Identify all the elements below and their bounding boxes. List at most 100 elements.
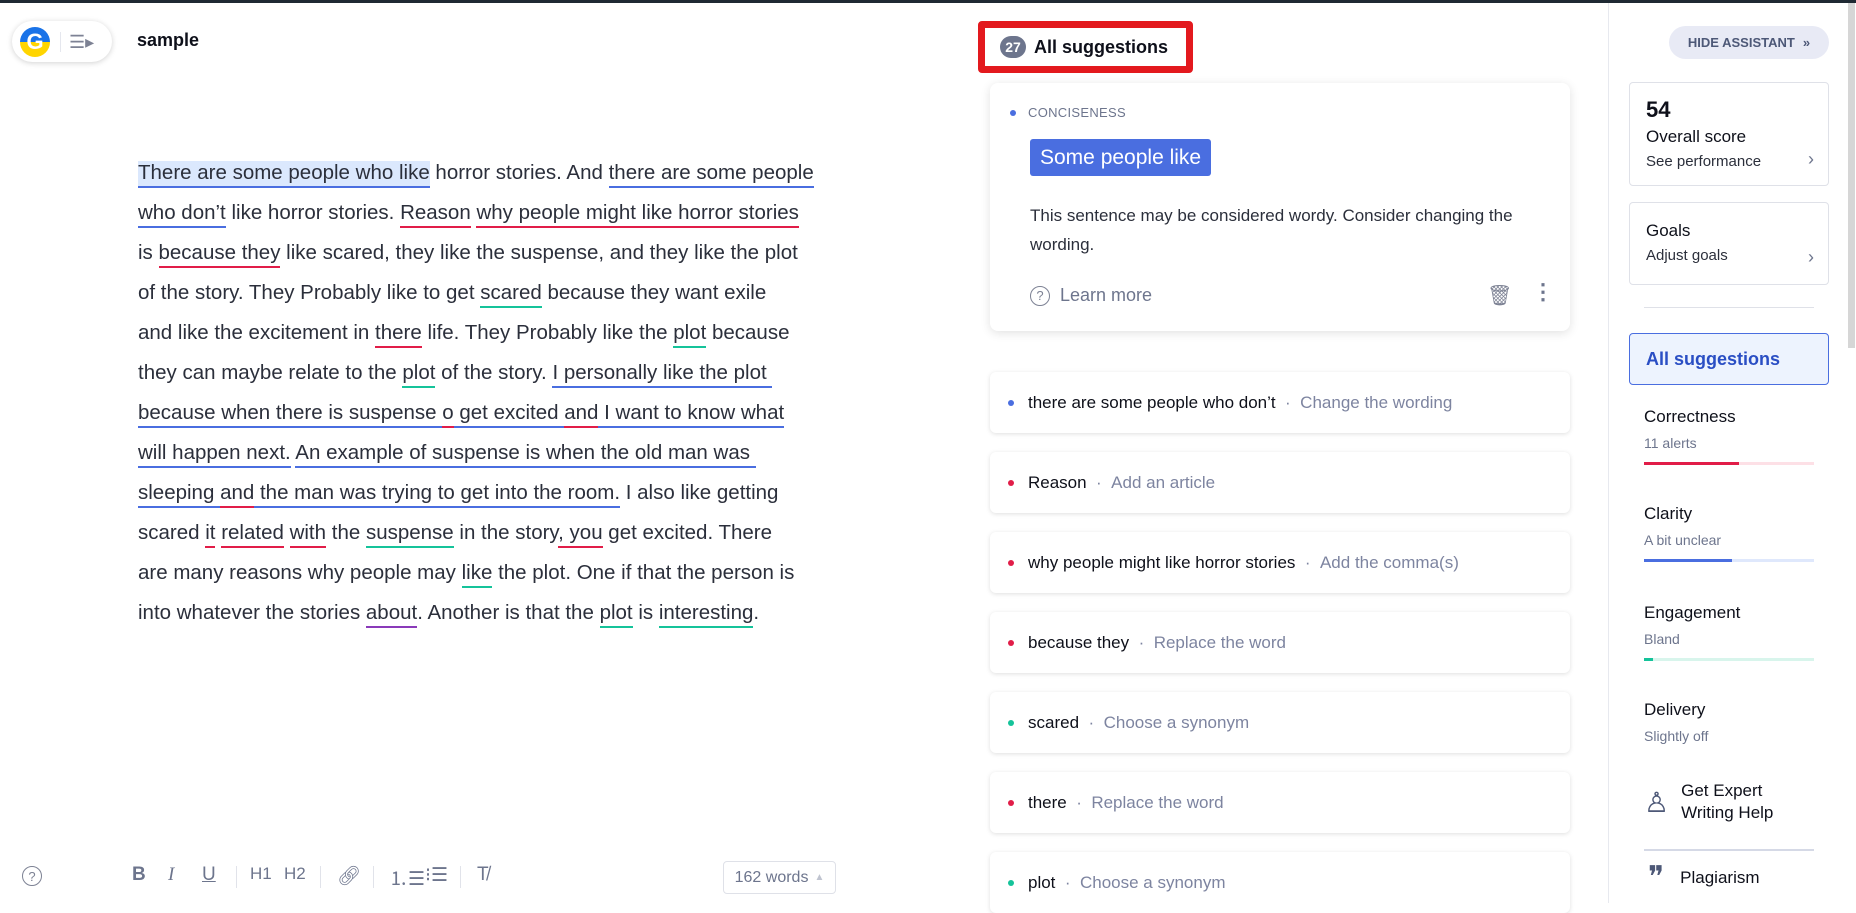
heading2-button[interactable]: H2 xyxy=(284,864,306,884)
learn-more-label: Learn more xyxy=(1060,285,1153,305)
menu-icon[interactable]: ☰▸ xyxy=(60,31,94,52)
flagged-text-red[interactable]: because they xyxy=(158,241,281,268)
category-name: Clarity xyxy=(1644,504,1693,523)
category-progress-bar xyxy=(1644,658,1814,661)
goals-card[interactable]: Goals Adjust goals › xyxy=(1629,202,1829,285)
category-delivery[interactable]: Delivery Slightly off xyxy=(1644,700,1814,744)
flagged-text-blue[interactable]: who don’t xyxy=(138,201,226,228)
flagged-text-blue[interactable]: will happen next. xyxy=(138,441,291,468)
ordered-list-icon[interactable]: ⒈☰ xyxy=(389,864,425,891)
flagged-text-blue[interactable]: I personally like the plot xyxy=(552,361,773,388)
flagged-text-blue[interactable]: because when there is suspense xyxy=(138,401,443,428)
all-suggestions-header: 27 All suggestions xyxy=(978,21,1193,73)
flagged-text-green[interactable]: plot xyxy=(599,601,633,628)
flagged-text-red[interactable]: with xyxy=(289,521,327,548)
category-status: 11 alerts xyxy=(1644,435,1697,451)
all-suggestions-tab[interactable]: All suggestions xyxy=(1629,333,1829,385)
adjust-goals-link[interactable]: Adjust goals xyxy=(1646,247,1828,264)
italic-button[interactable]: I xyxy=(168,864,174,886)
flagged-text-blue[interactable]: I want to know what xyxy=(598,401,785,428)
text-run xyxy=(284,521,290,546)
suggestion-hint: Add an article xyxy=(1111,472,1216,492)
text-run: horror stories. And xyxy=(429,161,609,184)
suggestion-item[interactable]: why people might like horror stories · A… xyxy=(990,532,1570,593)
flagged-text-green[interactable]: suspense xyxy=(365,521,454,548)
flagged-text-blue[interactable]: the man was trying to get into the room. xyxy=(254,481,621,508)
flagged-text-blue[interactable]: There are some people who like xyxy=(138,161,430,188)
suggestion-category: CONCISENESS xyxy=(1010,105,1126,120)
bold-button[interactable]: B xyxy=(132,864,146,886)
heading1-button[interactable]: H1 xyxy=(250,864,272,884)
flagged-text-red[interactable]: o xyxy=(442,401,454,428)
category-status: Slightly off xyxy=(1644,728,1709,744)
suggestion-item[interactable]: there are some people who don’t · Change… xyxy=(990,372,1570,433)
separator: · xyxy=(1066,792,1092,812)
suggestion-item[interactable]: there · Replace the word xyxy=(990,772,1570,833)
category-clarity[interactable]: Clarity A bit unclear xyxy=(1644,504,1814,562)
document-editor[interactable]: There are some people who like horror st… xyxy=(138,153,898,633)
suggestion-text: there xyxy=(1028,792,1067,812)
suggestion-item[interactable]: plot · Choose a synonym xyxy=(990,852,1570,913)
plagiarism-button[interactable]: ❞ Plagiarism xyxy=(1648,860,1760,895)
overall-score-card[interactable]: 54 Overall score See performance › xyxy=(1629,82,1829,186)
overall-score-label: Overall score xyxy=(1646,127,1747,146)
text-run: like scared, they like the suspense, and… xyxy=(280,241,798,264)
suggestion-hint: Add the comma(s) xyxy=(1319,552,1459,572)
learn-more-link[interactable]: ? Learn more xyxy=(1030,285,1152,306)
flagged-text-red[interactable]: and xyxy=(220,481,255,508)
double-chevron-right-icon: » xyxy=(1802,35,1811,50)
plagiarism-label: Plagiarism xyxy=(1680,867,1760,887)
separator: · xyxy=(1275,392,1301,412)
clear-format-icon[interactable]: T̸ xyxy=(477,864,489,886)
flagged-text-blue[interactable]: An example of suspense is when the old m… xyxy=(295,441,756,468)
category-status: Bland xyxy=(1644,631,1680,647)
text-run: . xyxy=(753,601,760,624)
category-engagement[interactable]: Engagement Bland xyxy=(1644,603,1814,661)
suggestions-title: All suggestions xyxy=(1034,36,1169,57)
word-count-button[interactable]: 162 words ▲ xyxy=(723,861,836,894)
flagged-text-red[interactable]: , you xyxy=(558,521,603,548)
flagged-text-blue[interactable]: get excited xyxy=(453,401,565,428)
flagged-text-red[interactable]: Reason xyxy=(400,201,471,228)
flagged-text-red[interactable]: and xyxy=(564,401,599,428)
flagged-text-red[interactable]: it xyxy=(205,521,216,548)
accept-replacement-button[interactable]: Some people like xyxy=(1030,139,1212,176)
flagged-text-blue[interactable]: sleeping xyxy=(138,481,221,508)
suggestion-item[interactable]: Reason · Add an article xyxy=(990,452,1570,513)
flagged-text-red[interactable]: why people might like horror stories xyxy=(476,201,799,228)
document-title[interactable]: sample xyxy=(137,30,199,51)
see-performance-link[interactable]: See performance xyxy=(1646,153,1828,170)
grammarly-logo: G xyxy=(20,26,50,57)
more-options-icon[interactable]: ⋮ xyxy=(1532,279,1554,305)
flagged-text-red[interactable]: there xyxy=(375,321,422,348)
expert-help-button[interactable]: ♙ Get Expert Writing Help xyxy=(1644,780,1791,824)
category-progress-bar xyxy=(1644,462,1814,465)
dismiss-trash-icon[interactable]: 🗑︎ xyxy=(1487,283,1512,308)
active-suggestion-card[interactable]: CONCISENESS Some people like This senten… xyxy=(990,83,1570,331)
app-menu-button[interactable]: G ☰▸ xyxy=(12,21,112,62)
flagged-text-red[interactable]: related xyxy=(221,521,284,548)
flagged-text-green[interactable]: like xyxy=(461,561,493,588)
text-run: . Another is that the xyxy=(417,601,600,624)
hide-assistant-button[interactable]: HIDE ASSISTANT » xyxy=(1669,26,1829,59)
bullet-list-icon[interactable]: ⁝☰ xyxy=(425,864,448,887)
category-label: CONCISENESS xyxy=(1028,105,1126,120)
editor-line: sleeping and the man was trying to get i… xyxy=(138,473,898,513)
link-icon[interactable]: 🔗︎ xyxy=(337,864,361,888)
flagged-text-green[interactable]: plot xyxy=(402,361,436,388)
flagged-text-green[interactable]: interesting xyxy=(658,601,754,628)
suggestion-hint: Choose a synonym xyxy=(1079,872,1226,892)
help-icon[interactable]: ? xyxy=(22,866,42,886)
divider xyxy=(373,866,374,888)
suggestion-item[interactable]: because they · Replace the word xyxy=(990,612,1570,673)
category-name: Delivery xyxy=(1644,700,1706,719)
suggestion-item[interactable]: scared · Choose a synonym xyxy=(990,692,1570,753)
category-correctness[interactable]: Correctness 11 alerts xyxy=(1644,407,1814,465)
flagged-text-blue[interactable]: there are some people xyxy=(608,161,814,188)
flagged-text-purple[interactable]: about xyxy=(365,601,418,628)
flagged-text-green[interactable]: plot xyxy=(673,321,707,348)
text-run: of the story. They Probably like to get xyxy=(138,281,481,304)
underline-button[interactable]: U xyxy=(202,864,216,886)
scrollbar[interactable] xyxy=(1848,3,1855,348)
flagged-text-green[interactable]: scared xyxy=(480,281,542,308)
